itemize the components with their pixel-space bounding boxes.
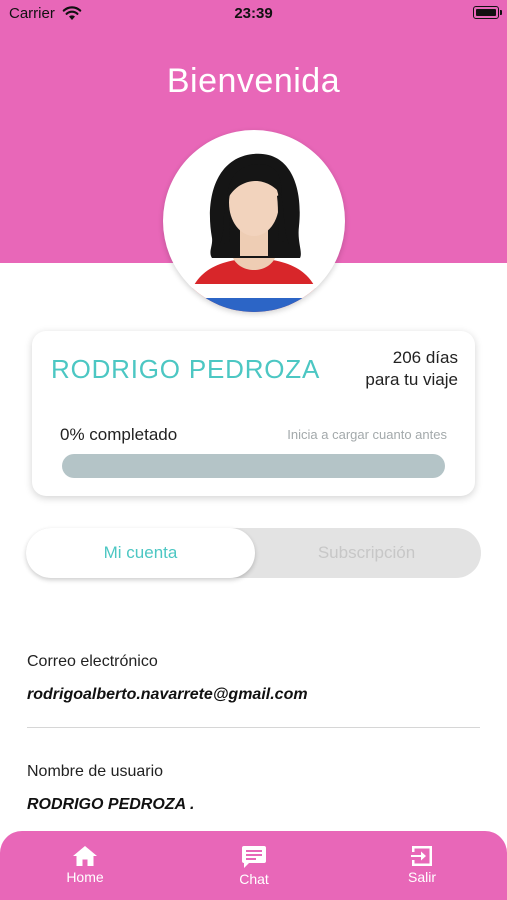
- username-value: RODRIGO PEDROZA .: [27, 796, 195, 813]
- email-value: rodrigoalberto.navarrete@gmail.com: [27, 686, 308, 703]
- page-title: Bienvenida: [166, 62, 341, 100]
- tab-exit[interactable]: Salir: [377, 845, 467, 885]
- tab-home[interactable]: Home: [40, 845, 130, 885]
- woman-avatar-icon: [177, 153, 331, 312]
- tab-home-label: Home: [66, 869, 104, 885]
- username-label: Nombre de usuario: [27, 763, 164, 780]
- email-label: Correo electrónico: [27, 653, 158, 670]
- progress-bar: [62, 454, 445, 478]
- bottom-tab-bar: Home Chat Salir: [0, 831, 507, 900]
- chat-icon: [242, 846, 266, 868]
- avatar[interactable]: [163, 130, 345, 312]
- progress-label: 0% completado: [60, 425, 178, 444]
- divider: [27, 727, 480, 728]
- tab-chat[interactable]: Chat: [209, 845, 299, 887]
- account-segmented-control: Mi cuenta Subscripción: [26, 528, 481, 578]
- tab-chat-label: Chat: [239, 871, 269, 887]
- status-bar: Carrier 23:39: [0, 0, 507, 30]
- battery-icon: [473, 6, 502, 19]
- status-time: 23:39: [234, 5, 273, 22]
- days-count: 206 días: [392, 348, 458, 367]
- exit-icon: [411, 846, 432, 866]
- days-remaining: 206 días para tu viaje: [365, 347, 458, 391]
- tab-exit-label: Salir: [407, 869, 436, 885]
- progress-hint: Inicia a cargar cuanto antes: [287, 427, 447, 442]
- profile-name: RODRIGO PEDROZA: [51, 354, 321, 384]
- tab-subscription[interactable]: Subscripción: [252, 528, 481, 578]
- profile-card: RODRIGO PEDROZA 206 días para tu viaje 0…: [32, 331, 475, 496]
- home-icon: [73, 846, 97, 866]
- tab-my-account[interactable]: Mi cuenta: [26, 528, 255, 578]
- days-caption: para tu viaje: [365, 370, 458, 389]
